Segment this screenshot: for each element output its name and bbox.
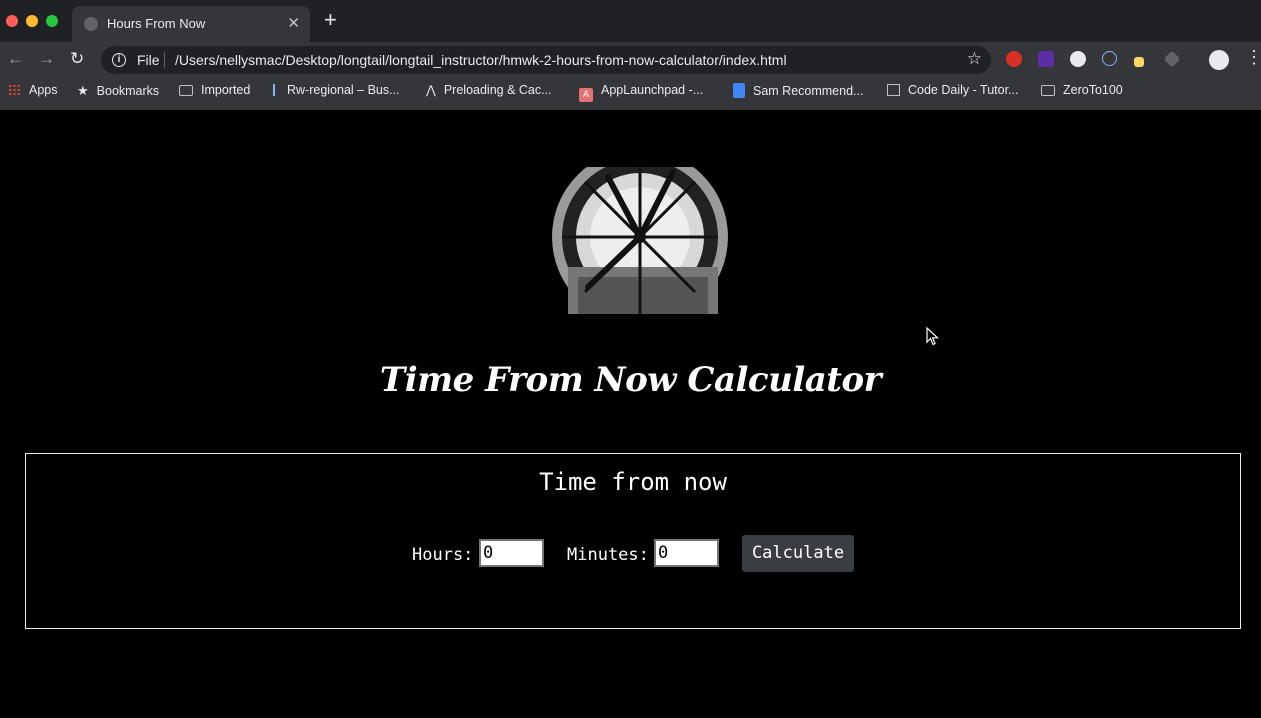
site-favicon: ⋀ <box>426 83 436 97</box>
calculate-button[interactable]: Calculate <box>742 535 854 572</box>
bookmark-applaunchpad[interactable]: A AppLaunchpad -... <box>579 83 703 102</box>
divider <box>164 52 165 68</box>
back-arrow-icon[interactable]: ← <box>7 49 24 69</box>
forward-arrow-icon[interactable]: → <box>38 49 55 69</box>
folder-icon <box>1041 85 1055 96</box>
maximize-window-button[interactable] <box>46 15 58 27</box>
bookmark-imported[interactable]: Imported <box>179 83 250 97</box>
site-favicon <box>887 84 900 96</box>
bookmark-code-daily[interactable]: Code Daily - Tutor... <box>887 83 1018 97</box>
plus-icon[interactable]: + <box>324 9 337 31</box>
hours-label: Hours: <box>412 545 474 565</box>
bookmark-apps[interactable]: Apps <box>8 83 58 97</box>
page-title: Time From Now Calculator <box>379 360 882 400</box>
tab-hours-from-now[interactable]: Hours From Now ✕ <box>72 6 310 42</box>
bookmark-preloading[interactable]: ⋀ Preloading & Cac... <box>426 83 552 97</box>
reload-icon[interactable]: ↻ <box>70 49 84 69</box>
star-icon: ★ <box>77 83 89 98</box>
clock-image <box>548 167 733 314</box>
more-menu-icon[interactable]: ⋮ <box>1245 47 1261 68</box>
bookmarks-bar: Apps ★ Bookmarks Imported Rw-regional – B… <box>0 78 1261 110</box>
google-docs-icon <box>733 83 745 98</box>
minutes-label: Minutes: <box>567 545 649 565</box>
extension-icon[interactable] <box>1134 57 1144 67</box>
close-window-button[interactable] <box>6 15 18 27</box>
minutes-input[interactable]: 0 <box>654 539 719 567</box>
bookmark-label: Imported <box>201 83 251 97</box>
react-devtools-icon[interactable] <box>1102 51 1117 66</box>
bookmark-label: Apps <box>29 83 58 97</box>
browser-toolbar: ← → ↻ i File /Users/nellysmac/Desktop/lo… <box>0 42 1261 78</box>
bookmark-zeroto100[interactable]: ZeroTo100 <box>1041 83 1123 97</box>
apps-grid-icon <box>8 84 21 96</box>
globe-icon <box>84 17 98 31</box>
bookmark-star-icon[interactable]: ☆ <box>967 49 982 69</box>
bookmark-sam-recommend[interactable]: Sam Recommend... <box>733 83 863 98</box>
minimize-window-button[interactable] <box>26 15 38 27</box>
extension-icon[interactable] <box>1006 51 1022 67</box>
bookmark-bookmarks[interactable]: ★ Bookmarks <box>77 83 159 99</box>
calculator-panel: Time from now Hours: 0 Minutes: 0 Calcul… <box>25 453 1241 629</box>
bookmark-rw-regional[interactable]: Rw-regional – Bus... <box>273 83 400 97</box>
tab-bar: Hours From Now ✕ + <box>0 0 1261 42</box>
bookmark-label: Sam Recommend... <box>753 84 864 98</box>
url-text[interactable]: /Users/nellysmac/Desktop/longtail/longta… <box>175 52 787 68</box>
address-bar[interactable]: i File /Users/nellysmac/Desktop/longtail… <box>101 46 991 74</box>
bookmark-label: AppLaunchpad -... <box>601 83 704 97</box>
bookmark-label: Bookmarks <box>96 84 160 98</box>
extension-icon[interactable] <box>1070 51 1086 67</box>
close-icon[interactable]: ✕ <box>287 14 300 32</box>
bookmark-label: Preloading & Cac... <box>443 83 552 97</box>
site-favicon <box>273 84 279 96</box>
extension-icon[interactable] <box>1038 51 1054 67</box>
profile-avatar[interactable] <box>1209 50 1229 70</box>
page-content: Time From Now Calculator Time from now H… <box>0 110 1261 718</box>
mouse-cursor-icon <box>926 326 940 346</box>
bookmark-label: Code Daily - Tutor... <box>908 83 1019 97</box>
calculator-title: Time from now <box>539 468 727 496</box>
hours-input[interactable]: 0 <box>479 539 544 567</box>
extension-icon[interactable] <box>1163 50 1181 68</box>
bookmark-label: Rw-regional – Bus... <box>287 83 400 97</box>
folder-icon <box>179 85 193 96</box>
bookmark-label: ZeroTo100 <box>1063 83 1123 97</box>
info-icon[interactable]: i <box>112 53 126 67</box>
tab-title: Hours From Now <box>107 16 206 31</box>
site-favicon: A <box>579 88 593 102</box>
scheme-label: File <box>137 52 160 68</box>
